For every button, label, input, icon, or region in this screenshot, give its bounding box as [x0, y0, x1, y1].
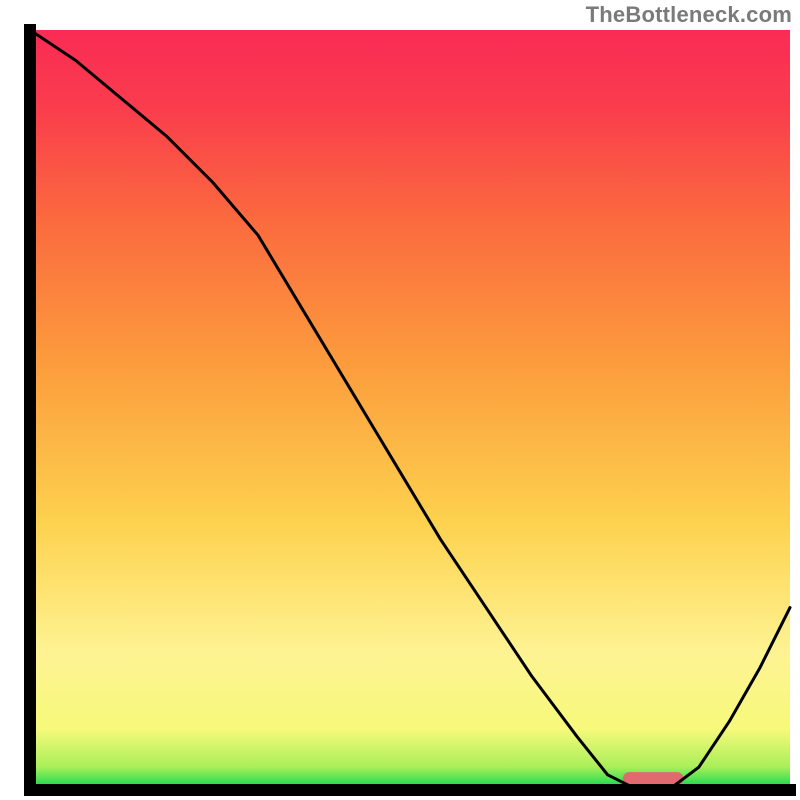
gradient-background [30, 30, 790, 790]
optimal-range-marker [623, 772, 684, 785]
bottleneck-chart [0, 0, 800, 800]
chart-container: TheBottleneck.com [0, 0, 800, 800]
watermark-label: TheBottleneck.com [586, 2, 792, 28]
